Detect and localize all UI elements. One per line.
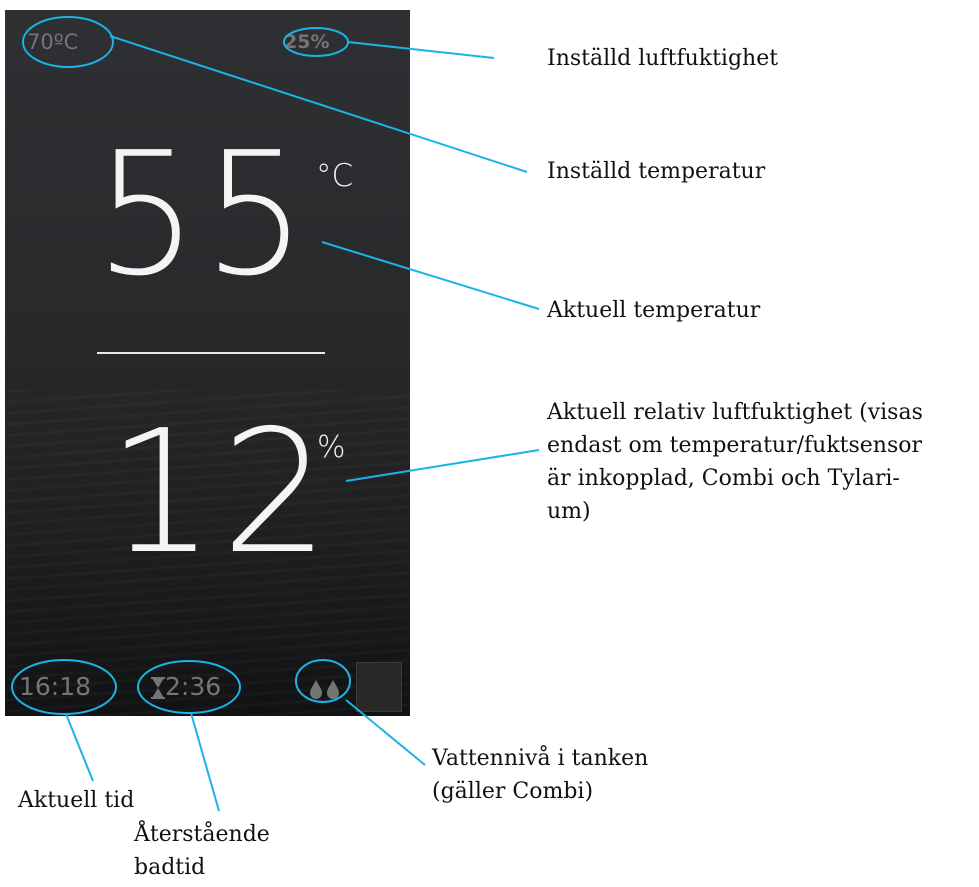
current-time-label: Aktuell tid <box>18 788 135 813</box>
set-temperature-label: Inställd temperatur <box>547 159 766 184</box>
current-humidity-callout-line <box>345 449 540 482</box>
set-temperature-callout-ellipse <box>22 16 114 68</box>
current-temperature-callout-line <box>321 241 540 310</box>
set-humidity-label: Inställd luftfuktighet <box>547 46 779 71</box>
water-level-label: Vattennivå i tanken (gäller Combi) <box>432 742 648 808</box>
current-humidity-label-line: um) <box>547 499 591 524</box>
remaining-time-callout-line <box>190 712 220 812</box>
water-level-callout-line <box>345 699 426 766</box>
current-humidity-label-line: är inkopplad, Combi och Tylari- <box>547 466 900 491</box>
current-temperature-label: Aktuell temperatur <box>547 298 761 323</box>
remaining-bath-time-label-line: Återstående <box>134 822 270 847</box>
water-level-callout-ellipse <box>295 659 351 703</box>
current-time-callout-ellipse <box>11 659 117 715</box>
water-level-label-line: (gäller Combi) <box>432 779 594 804</box>
current-time-callout-line <box>65 713 94 782</box>
water-level-label-line: Vattennivå i tanken <box>432 746 649 771</box>
set-humidity-callout-ellipse <box>283 27 349 57</box>
remaining-time-callout-ellipse <box>137 660 241 714</box>
current-humidity-label-line: Aktuell relativ luftfuktighet (visas <box>547 400 923 425</box>
set-humidity-callout-line <box>347 41 495 59</box>
remaining-bath-time-label-line: badtid <box>134 855 206 880</box>
current-humidity-label: Aktuell relativ luftfuktighet (visas end… <box>547 396 977 528</box>
current-humidity-label-line: endast om temperatur/fuktsensor <box>547 433 923 458</box>
remaining-bath-time-label: Återstående badtid <box>134 818 270 884</box>
